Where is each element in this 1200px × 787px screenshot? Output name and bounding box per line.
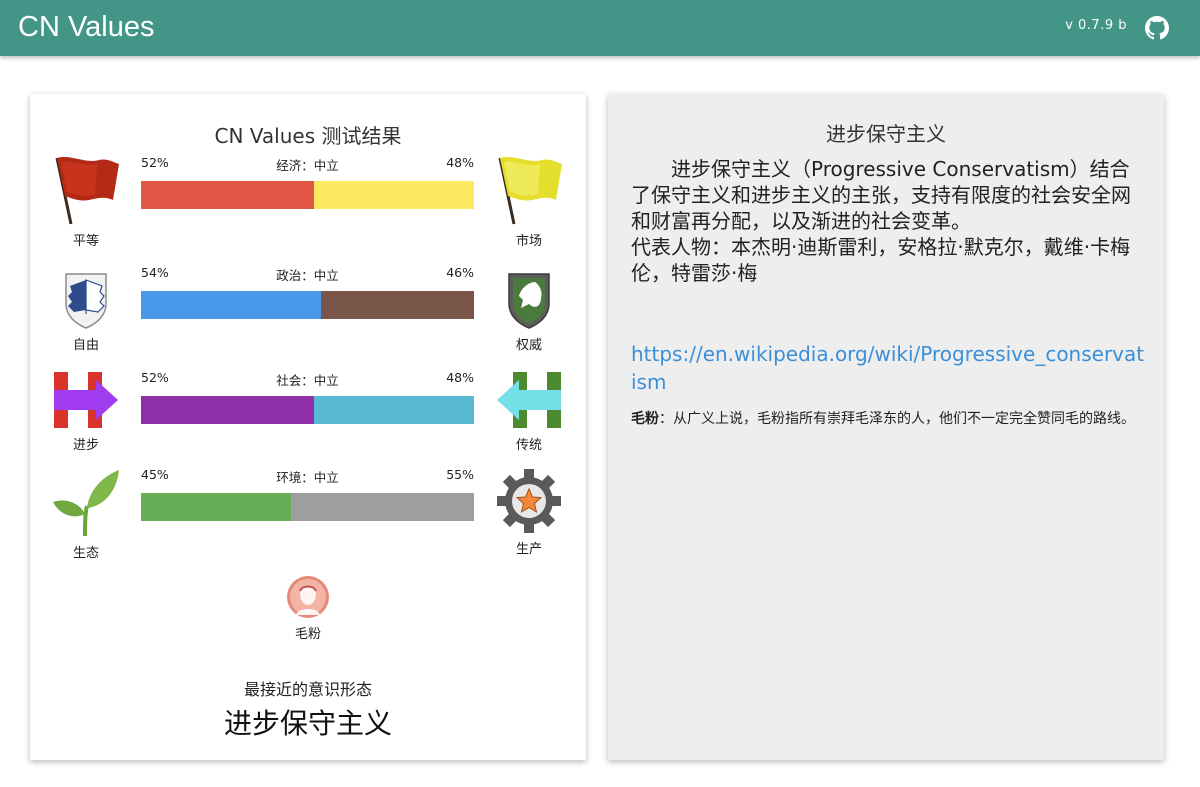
github-icon[interactable] [1145, 16, 1169, 40]
ideology-title: 进步保守主义 [826, 122, 946, 146]
version-label: v 0.7.9 b [1065, 18, 1127, 33]
scty-bar-right [314, 396, 474, 424]
envo-bar-right [290, 493, 474, 521]
axis-econ: 52% 经济：中立 48% [141, 155, 474, 209]
market-icon-box: 市场 [493, 154, 565, 249]
closest-ideology-label: 最接近的意识形态 [243, 680, 372, 699]
authority-icon-box: 权威 [493, 270, 565, 353]
app-title[interactable]: CN Values [18, 8, 154, 46]
red-flag-icon [55, 157, 119, 225]
results-title: CN Values 测试结果 [214, 124, 402, 148]
progress-label: 进步 [72, 438, 99, 453]
horse-shield-icon [508, 273, 550, 329]
closest-ideology: 最接近的意识形态 进步保守主义 [30, 676, 586, 742]
gear-star-icon [497, 469, 561, 533]
tradition-label: 传统 [515, 438, 542, 453]
equality-label: 平等 [72, 234, 99, 249]
axis-scty: 52% 社会：中立 48% [141, 370, 474, 424]
badge-note-text: ：从广义上说，毛粉指所有崇拜毛泽东的人，他们不一定完全赞同毛的路线。 [659, 411, 1135, 427]
econ-bar-left [141, 181, 315, 209]
axis-envo: 45% 环境：中立 55% [141, 467, 474, 521]
ideology-description: 进步保守主义（Progressive Conservatism）结合了保守主义和… [631, 156, 1146, 286]
govt-bar [141, 291, 474, 319]
maoist-badge: 毛粉 [272, 575, 344, 642]
govt-bar-right [320, 291, 474, 319]
mao-portrait-icon [287, 576, 329, 618]
ideology-paragraph: 进步保守主义（Progressive Conservatism）结合了保守主义和… [631, 157, 1131, 233]
production-icon-box: 生产 [493, 468, 565, 557]
maoist-badge-label: 毛粉 [294, 627, 321, 642]
app-bar: CN Values v 0.7.9 b [0, 0, 1200, 56]
closest-ideology-name: 进步保守主义 [223, 707, 392, 740]
govt-bar-left [141, 291, 321, 319]
left-arrow-h-icon [497, 372, 561, 428]
econ-right-percent: 48% [446, 155, 474, 170]
envo-bar [141, 493, 474, 521]
scty-axis-label: 社会：中立 [276, 373, 339, 388]
axis-govt: 54% 政治：中立 46% [141, 265, 474, 319]
yellow-flag-icon [498, 157, 562, 225]
scty-bar [141, 396, 474, 424]
envo-bar-left [141, 493, 291, 521]
production-label: 生产 [515, 542, 542, 557]
authority-label: 权威 [515, 338, 542, 353]
badge-note: 毛粉：从广义上说，毛粉指所有崇拜毛泽东的人，他们不一定完全赞同毛的路线。 [631, 409, 1146, 430]
scty-right-percent: 48% [446, 370, 474, 385]
market-label: 市场 [515, 234, 542, 249]
envo-axis-label: 环境：中立 [276, 470, 339, 485]
liberty-label: 自由 [72, 338, 99, 353]
progress-icon-box: 进步 [50, 370, 122, 453]
badge-note-term: 毛粉 [631, 411, 659, 427]
wings-of-freedom-icon [65, 273, 107, 329]
wikipedia-link[interactable]: https://en.wikipedia.org/wiki/Progressiv… [631, 340, 1146, 396]
econ-bar-right [314, 181, 474, 209]
tradition-icon-box: 传统 [493, 370, 565, 453]
envo-right-percent: 55% [446, 467, 474, 482]
ecology-label: 生态 [72, 546, 99, 561]
econ-bar [141, 181, 474, 209]
govt-axis-label: 政治：中立 [276, 268, 339, 283]
right-arrow-h-icon [54, 372, 118, 428]
liberty-icon-box: 自由 [50, 270, 122, 353]
govt-right-percent: 46% [446, 265, 474, 280]
equality-icon-box: 平等 [50, 154, 122, 249]
scty-bar-left [141, 396, 315, 424]
sprout-icon [53, 470, 119, 537]
econ-axis-label: 经济：中立 [276, 158, 339, 173]
ideology-representatives: 代表人物：本杰明·迪斯雷利，安格拉·默克尔，戴维·卡梅伦，特雷莎·梅 [631, 235, 1131, 285]
ecology-icon-box: 生态 [50, 468, 122, 561]
